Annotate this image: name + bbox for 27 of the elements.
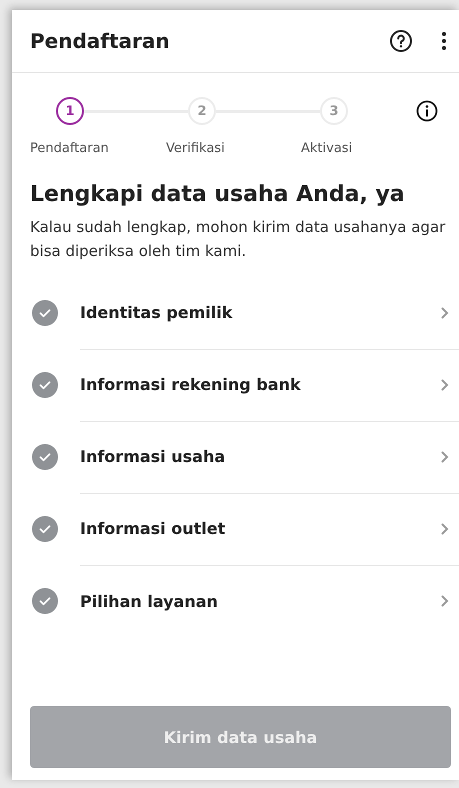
checklist-item[interactable]: Informasi outlet <box>12 493 459 565</box>
step-circle: 1 <box>56 97 84 125</box>
step-label: Verifikasi <box>166 141 226 156</box>
step-label: Aktivasi <box>301 141 354 156</box>
chevron-icon <box>441 595 449 607</box>
checklist-item[interactable]: Informasi usaha <box>12 421 459 493</box>
page-title: Pendaftaran <box>30 29 171 53</box>
checklist-item[interactable]: Identitas pemilik <box>12 277 459 349</box>
item-label: Informasi rekening bank <box>80 375 302 394</box>
step-circle: 2 <box>188 97 216 125</box>
step-label: Pendaftaran <box>30 141 110 156</box>
chevron-icon <box>441 306 449 318</box>
checklist-item[interactable]: Informasi rekening bank <box>12 349 459 421</box>
chevron-icon <box>441 378 449 390</box>
chevron-icon <box>441 450 449 462</box>
heading: Lengkapi data usaha Anda, ya <box>30 182 406 207</box>
description: Kalau sudah lengkap, mohon kirim data usahanya agar bisa diperiksa oleh tim kami. <box>30 217 446 262</box>
chevron-icon <box>441 522 449 534</box>
info-icon[interactable] <box>416 100 438 122</box>
step-circle: 3 <box>320 97 348 125</box>
item-label: Informasi usaha <box>80 447 226 466</box>
item-label: Pilihan layanan <box>80 592 219 610</box>
item-label: Informasi outlet <box>80 519 226 538</box>
checklist-item[interactable]: Pilihan layanan <box>12 565 459 637</box>
more-icon[interactable] <box>441 31 447 51</box>
item-label: Identitas pemilik <box>80 303 234 322</box>
help-icon[interactable] <box>389 29 413 53</box>
